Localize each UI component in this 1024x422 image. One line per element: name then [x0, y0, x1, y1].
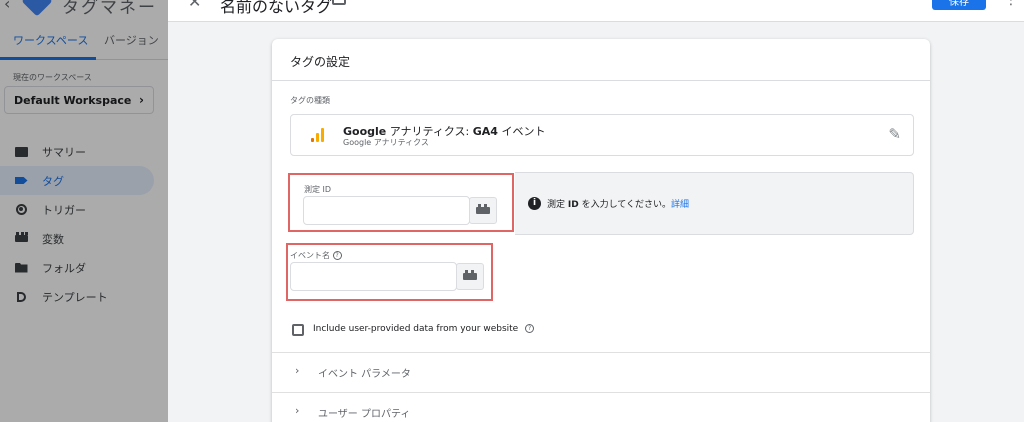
modal-scrim[interactable]	[0, 0, 168, 422]
event-name-highlight	[286, 243, 493, 301]
tag-type-subtitle: Google アナリティクス	[343, 138, 429, 147]
user-properties-section[interactable]: › ユーザー プロパティ	[272, 392, 930, 422]
info-icon: i	[528, 197, 541, 210]
save-button[interactable]: 保存	[932, 0, 986, 10]
tag-type-selector[interactable]: Google アナリティクス: GA4 イベント Google アナリティクス …	[290, 114, 914, 156]
tag-editor-body: タグの設定 タグの種類 Google アナリティクス: GA4 イベント Goo…	[168, 22, 1024, 422]
tag-editor-header: ✕ 名前のないタグ 保存 ⋮	[168, 0, 1024, 22]
accordion-label: ユーザー プロパティ	[318, 409, 411, 420]
more-vert-icon[interactable]: ⋮	[1004, 0, 1018, 8]
edit-pencil-icon[interactable]: ✎	[888, 125, 901, 143]
divider	[272, 80, 930, 81]
google-analytics-icon	[311, 128, 325, 142]
details-link[interactable]: 詳細	[671, 200, 689, 210]
chevron-right-icon: ›	[295, 404, 300, 417]
measurement-id-hint: 測定 ID を入力してください。詳細	[547, 200, 690, 210]
chevron-right-icon: ›	[295, 364, 300, 377]
tag-name-title[interactable]: 名前のないタグ	[220, 0, 332, 17]
close-icon[interactable]: ✕	[188, 0, 201, 11]
event-parameters-section[interactable]: › イベント パラメータ	[272, 352, 930, 392]
card-title: タグの設定	[290, 55, 351, 69]
accordion-label: イベント パラメータ	[318, 369, 411, 380]
user-provided-data-checkbox[interactable]	[292, 324, 304, 336]
measurement-id-highlight	[288, 173, 514, 232]
user-provided-data-label: Include user-provided data from your web…	[313, 324, 535, 334]
folder-icon[interactable]	[332, 0, 346, 5]
tag-type-label: タグの種類	[290, 96, 330, 105]
tag-configuration-card: タグの設定 タグの種類 Google アナリティクス: GA4 イベント Goo…	[272, 39, 930, 422]
help-icon[interactable]: ?	[525, 324, 535, 333]
